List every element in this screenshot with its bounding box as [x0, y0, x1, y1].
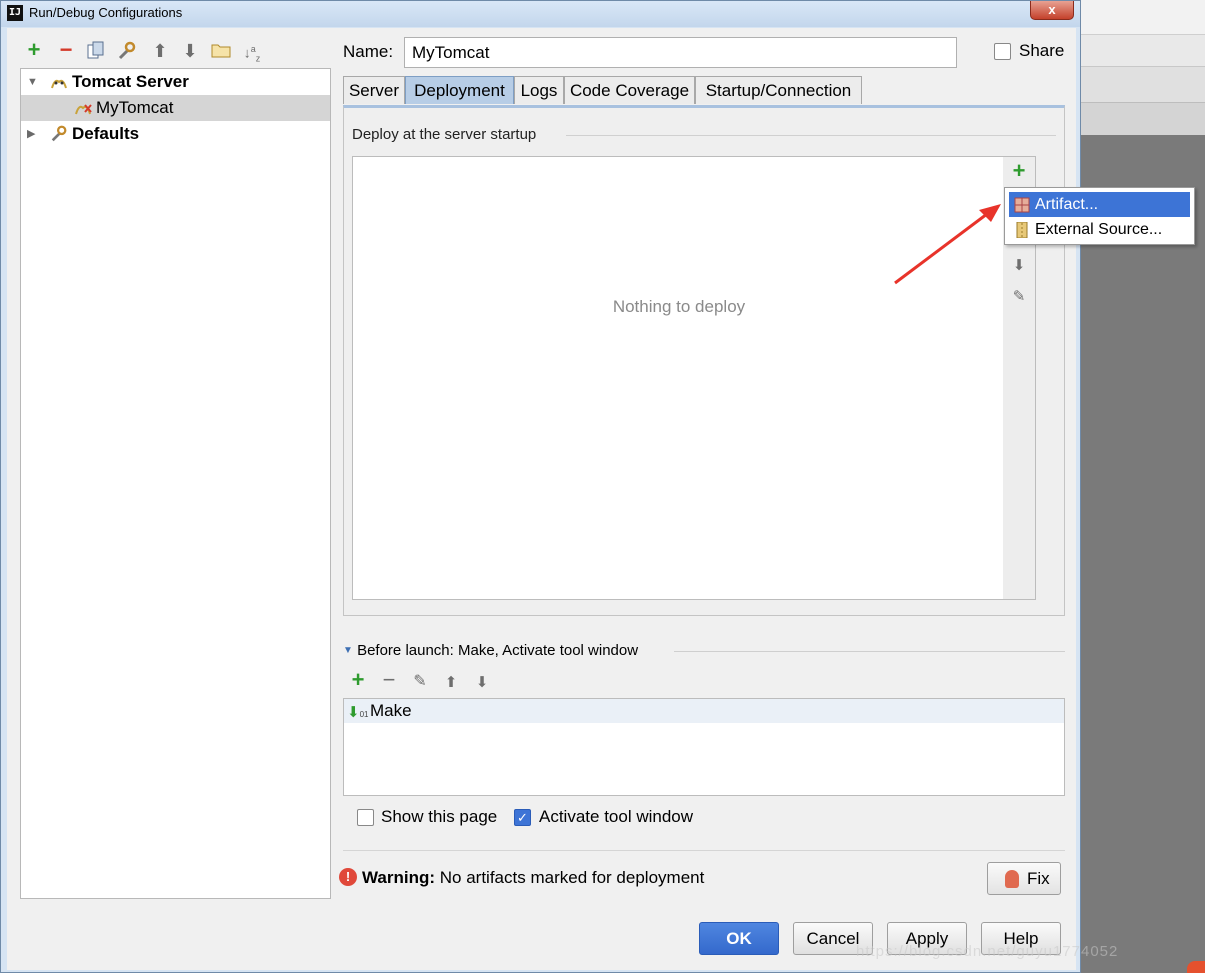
share-checkbox[interactable]	[994, 43, 1011, 60]
tab-logs[interactable]: Logs	[514, 76, 564, 104]
fix-label: Fix	[1027, 869, 1050, 888]
copy-icon[interactable]	[86, 41, 106, 61]
run-debug-configurations-dialog: IJ Run/Debug Configurations x + − ⬆ ⬇ ↓a…	[0, 0, 1195, 973]
section-divider	[674, 651, 1065, 652]
before-launch-label: Before launch: Make, Activate tool windo…	[357, 642, 639, 659]
add-deploy-popup-menu: Artifact... External Source...	[1004, 187, 1195, 245]
tree-item-defaults[interactable]: ▶ Defaults	[21, 121, 330, 147]
fix-button[interactable]: Fix	[987, 862, 1061, 895]
intellij-icon: IJ	[7, 5, 23, 21]
tree-item-mytomcat[interactable]: MyTomcat	[21, 95, 330, 121]
move-up-icon[interactable]: ⬆	[150, 42, 170, 62]
background-toolbar	[1080, 35, 1205, 67]
move-down-icon[interactable]: ⬇	[1009, 257, 1029, 277]
expand-arrow-icon[interactable]: ▼	[27, 69, 38, 95]
make-label: Make	[370, 701, 412, 720]
menu-item-external-source[interactable]: External Source...	[1009, 217, 1190, 242]
remove-icon[interactable]: −	[56, 39, 76, 61]
add-icon[interactable]: +	[24, 39, 44, 61]
add-artifact-icon[interactable]: +	[1009, 160, 1029, 182]
move-down-icon[interactable]: ⬇	[180, 42, 200, 62]
make-icon: ⬇01	[347, 704, 369, 721]
sort-icon[interactable]: ↓az	[242, 40, 262, 63]
name-input[interactable]: MyTomcat	[404, 37, 957, 68]
deployment-panel: Deploy at the server startup Nothing to …	[343, 105, 1065, 616]
bulb-icon	[1005, 870, 1019, 888]
title-bar[interactable]: IJ Run/Debug Configurations x	[1, 1, 1080, 27]
background-badge	[1187, 961, 1205, 973]
archive-icon	[1014, 221, 1030, 239]
section-divider	[566, 135, 1056, 136]
edit-task-icon[interactable]: ✎	[410, 673, 430, 693]
tree-label-tomcat-server: Tomcat Server	[72, 72, 189, 91]
menu-label-artifact: Artifact...	[1035, 196, 1099, 213]
move-up-icon[interactable]: ⬆	[441, 674, 461, 694]
tree-label-mytomcat: MyTomcat	[96, 98, 174, 117]
show-page-checkbox[interactable]	[357, 809, 374, 826]
before-launch-header[interactable]: ▼ Before launch: Make, Activate tool win…	[343, 642, 638, 659]
background-toolbar	[1080, 67, 1205, 103]
window-title: Run/Debug Configurations	[29, 5, 183, 20]
list-item-make[interactable]: ⬇01 Make	[344, 699, 1064, 723]
move-down-icon[interactable]: ⬇	[472, 674, 492, 694]
watermark: https://blog.csdn.net/guyu1774052	[856, 943, 1119, 960]
annotation-arrow	[894, 204, 1001, 285]
wrench-icon[interactable]	[117, 41, 137, 61]
tab-code-coverage[interactable]: Code Coverage	[564, 76, 695, 104]
show-page-label: Show this page	[381, 807, 498, 826]
ok-button[interactable]: OK	[699, 922, 779, 955]
close-button[interactable]: x	[1030, 1, 1074, 20]
tab-server[interactable]: Server	[343, 76, 405, 104]
edit-icon[interactable]: ✎	[1009, 288, 1029, 308]
activate-tool-window-checkbox[interactable]: ✓	[514, 809, 531, 826]
collapse-triangle-icon: ▼	[343, 645, 353, 656]
background-toolbar	[1080, 0, 1205, 35]
activate-tool-window-label: Activate tool window	[539, 807, 694, 826]
dialog-content: + − ⬆ ⬇ ↓az ▼ Tomcat Server MyTomcat ▶ D…	[7, 28, 1195, 970]
before-launch-list: ⬇01 Make	[343, 698, 1065, 796]
tree-label-defaults: Defaults	[72, 124, 140, 143]
warning-icon: !	[339, 868, 357, 886]
menu-item-artifact[interactable]: Artifact...	[1009, 192, 1190, 217]
warning-text: No artifacts marked for deployment	[439, 868, 705, 887]
empty-deploy-text: Nothing to deploy	[612, 297, 746, 316]
divider	[343, 850, 1065, 851]
add-task-icon[interactable]: +	[348, 669, 368, 691]
wrench-icon	[50, 125, 68, 151]
share-label: Share	[1019, 41, 1065, 60]
name-label: Name:	[343, 42, 394, 61]
tab-deployment[interactable]: Deployment	[405, 76, 514, 104]
tree-item-tomcat-server[interactable]: ▼ Tomcat Server	[21, 69, 330, 95]
configuration-tree: ▼ Tomcat Server MyTomcat ▶ Defaults	[20, 68, 331, 899]
artifact-icon	[1014, 196, 1030, 213]
background-toolbar	[1080, 103, 1205, 135]
warning-message: Warning: No artifacts marked for deploym…	[362, 868, 704, 888]
warning-bold: Warning:	[362, 868, 436, 887]
menu-label-external-source: External Source...	[1035, 221, 1163, 238]
collapse-arrow-icon[interactable]: ▶	[27, 121, 35, 147]
folder-icon[interactable]	[211, 41, 231, 61]
background-application	[1080, 0, 1205, 973]
deploy-section-title: Deploy at the server startup	[352, 126, 537, 143]
tab-startup-connection[interactable]: Startup/Connection	[695, 76, 862, 104]
remove-task-icon[interactable]: −	[379, 669, 399, 691]
